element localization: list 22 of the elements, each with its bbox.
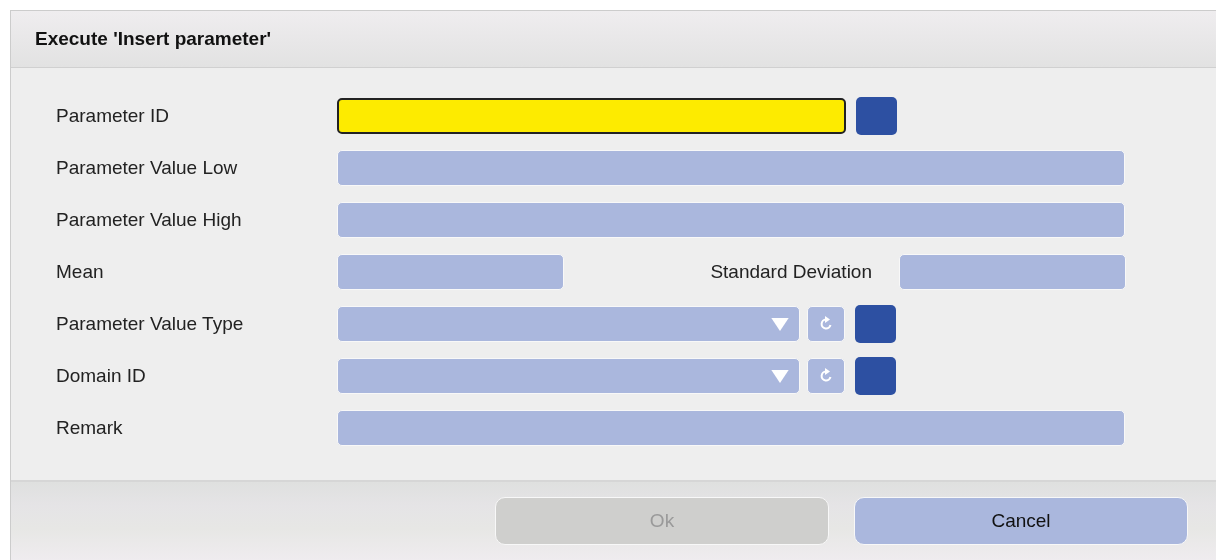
refresh-button[interactable] [807,306,845,342]
field-label: Parameter Value High [56,209,243,231]
dropdown-field[interactable] [337,358,800,394]
field-label: Parameter Value Low [56,157,239,179]
cancel-button[interactable]: Cancel [854,497,1188,545]
field-label: Parameter Value Type [56,313,245,335]
field-label: Mean [56,261,105,283]
dropdown-field[interactable] [337,306,800,342]
dialog-title: Execute 'Insert parameter' [35,28,272,50]
input-field[interactable] [337,98,846,134]
field-label: Remark [56,417,124,439]
caret-icon [771,317,789,331]
field-label: Domain ID [56,365,147,387]
lookup-button[interactable] [856,97,897,135]
refresh-button[interactable] [807,358,845,394]
field-label: Standard Deviation [709,261,873,283]
caret-icon [771,369,789,383]
refresh-icon [818,316,834,332]
lookup-button[interactable] [855,305,896,343]
refresh-icon [818,368,834,384]
lookup-button[interactable] [855,357,896,395]
field-label: Parameter ID [56,105,170,127]
